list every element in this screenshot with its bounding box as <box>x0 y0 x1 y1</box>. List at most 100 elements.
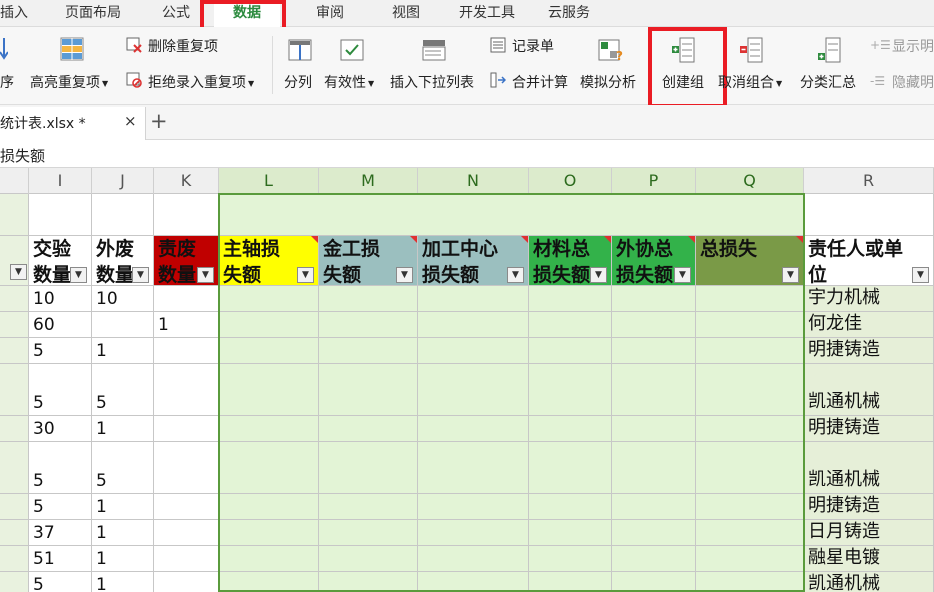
cell-blank-row[interactable] <box>696 194 804 236</box>
table-cell-M[interactable] <box>319 312 418 338</box>
filter-dropdown-icon[interactable]: ▼ <box>197 267 214 283</box>
row-stub[interactable] <box>0 312 29 338</box>
table-cell-R[interactable]: 凯通机械 <box>804 572 934 592</box>
table-cell-I[interactable]: 5 <box>29 364 92 416</box>
header-cell-P[interactable]: 外协总 损失额 ▼ <box>612 236 696 286</box>
cell-blank-row[interactable] <box>612 194 696 236</box>
table-cell-K[interactable] <box>154 364 219 416</box>
cell-blank-row[interactable] <box>0 194 29 236</box>
table-cell-P[interactable] <box>612 494 696 520</box>
table-cell-Q[interactable] <box>696 494 804 520</box>
table-cell-K[interactable] <box>154 442 219 494</box>
record-form-button[interactable]: 记录单 <box>512 36 554 56</box>
column-header-K[interactable]: K <box>154 168 219 194</box>
insert-dropdown-list-button[interactable]: 插入下拉列表 <box>390 72 474 92</box>
table-cell-J[interactable]: 5 <box>92 364 154 416</box>
filter-dropdown-icon[interactable]: ▼ <box>590 267 607 283</box>
filter-dropdown-icon[interactable]: ▼ <box>507 267 524 283</box>
table-cell-O[interactable] <box>529 442 612 494</box>
table-cell-P[interactable] <box>612 312 696 338</box>
table-cell-R[interactable]: 宇力机械 <box>804 286 934 312</box>
table-cell-M[interactable] <box>319 572 418 592</box>
subtotal-button[interactable]: 分类汇总 <box>800 72 856 92</box>
cell-blank-row[interactable] <box>29 194 92 236</box>
row-stub[interactable] <box>0 416 29 442</box>
filter-dropdown-icon[interactable]: ▼ <box>912 267 929 283</box>
table-cell-N[interactable] <box>418 312 529 338</box>
table-cell-P[interactable] <box>612 416 696 442</box>
table-cell-I[interactable]: 5 <box>29 338 92 364</box>
table-cell-K[interactable] <box>154 494 219 520</box>
table-cell-K[interactable]: 1 <box>154 312 219 338</box>
table-cell-P[interactable] <box>612 442 696 494</box>
cell-blank-row[interactable] <box>154 194 219 236</box>
table-cell-O[interactable] <box>529 494 612 520</box>
filter-dropdown-icon[interactable]: ▼ <box>674 267 691 283</box>
column-header-P[interactable]: P <box>612 168 696 194</box>
table-cell-Q[interactable] <box>696 520 804 546</box>
table-cell-N[interactable] <box>418 416 529 442</box>
table-cell-J[interactable]: 1 <box>92 338 154 364</box>
header-cell-R[interactable]: 责任人或单 位 ▼ <box>804 236 934 286</box>
table-cell-P[interactable] <box>612 286 696 312</box>
column-header-O[interactable]: O <box>529 168 612 194</box>
filter-dropdown-icon[interactable]: ▼ <box>70 267 87 283</box>
menu-page-layout[interactable]: 页面布局 <box>65 0 135 27</box>
column-header-prev[interactable] <box>0 168 29 194</box>
sort-button[interactable]: 序 <box>0 72 14 92</box>
validity-button[interactable]: 有效性 ▼ <box>324 72 374 92</box>
table-cell-O[interactable] <box>529 286 612 312</box>
cell-blank-row[interactable] <box>319 194 418 236</box>
table-cell-P[interactable] <box>612 572 696 592</box>
table-cell-K[interactable] <box>154 572 219 592</box>
header-cell-O[interactable]: 材料总 损失额 ▼ <box>529 236 612 286</box>
show-detail-button[interactable]: 显示明 <box>892 36 934 56</box>
table-cell-I[interactable]: 51 <box>29 546 92 572</box>
table-cell-J[interactable] <box>92 312 154 338</box>
table-cell-L[interactable] <box>219 338 319 364</box>
table-cell-J[interactable]: 1 <box>92 572 154 592</box>
table-cell-R[interactable]: 何龙佳 <box>804 312 934 338</box>
header-cell-L[interactable]: 主轴损 失额 ▼ <box>219 236 319 286</box>
merge-calc-button[interactable]: 合并计算 <box>512 72 568 92</box>
table-cell-J[interactable]: 5 <box>92 442 154 494</box>
table-cell-R[interactable]: 凯通机械 <box>804 364 934 416</box>
filter-dropdown-icon[interactable]: ▼ <box>10 264 27 280</box>
table-cell-J[interactable]: 1 <box>92 546 154 572</box>
cell-blank-row[interactable] <box>219 194 319 236</box>
table-cell-K[interactable] <box>154 520 219 546</box>
row-stub[interactable] <box>0 494 29 520</box>
table-cell-O[interactable] <box>529 572 612 592</box>
table-cell-R[interactable]: 明捷铸造 <box>804 416 934 442</box>
table-cell-O[interactable] <box>529 338 612 364</box>
cell-blank-row[interactable] <box>418 194 529 236</box>
table-cell-I[interactable]: 5 <box>29 572 92 592</box>
header-cell-K[interactable]: 责废 数量 ▼ <box>154 236 219 286</box>
table-cell-K[interactable] <box>154 338 219 364</box>
row-stub[interactable] <box>0 546 29 572</box>
formula-bar-content[interactable]: 损失额 <box>0 145 45 166</box>
row-stub[interactable] <box>0 520 29 546</box>
table-cell-N[interactable] <box>418 572 529 592</box>
table-cell-L[interactable] <box>219 572 319 592</box>
table-cell-L[interactable] <box>219 364 319 416</box>
table-cell-P[interactable] <box>612 546 696 572</box>
menu-formula[interactable]: 公式 <box>162 0 198 27</box>
table-cell-L[interactable] <box>219 442 319 494</box>
table-cell-L[interactable] <box>219 286 319 312</box>
table-cell-O[interactable] <box>529 416 612 442</box>
close-tab-icon[interactable]: × <box>124 112 137 130</box>
table-cell-I[interactable]: 60 <box>29 312 92 338</box>
header-cell-I[interactable]: 交验 数量 ▼ <box>29 236 92 286</box>
menu-data[interactable]: 数据 <box>214 0 280 27</box>
simulate-analysis-button[interactable]: 模拟分析 <box>580 72 636 92</box>
table-cell-R[interactable]: 明捷铸造 <box>804 338 934 364</box>
table-cell-M[interactable] <box>319 364 418 416</box>
table-cell-N[interactable] <box>418 494 529 520</box>
table-cell-O[interactable] <box>529 520 612 546</box>
table-cell-I[interactable]: 10 <box>29 286 92 312</box>
table-cell-L[interactable] <box>219 546 319 572</box>
table-cell-M[interactable] <box>319 338 418 364</box>
table-cell-Q[interactable] <box>696 572 804 592</box>
menu-insert[interactable]: 插入 <box>0 0 30 27</box>
